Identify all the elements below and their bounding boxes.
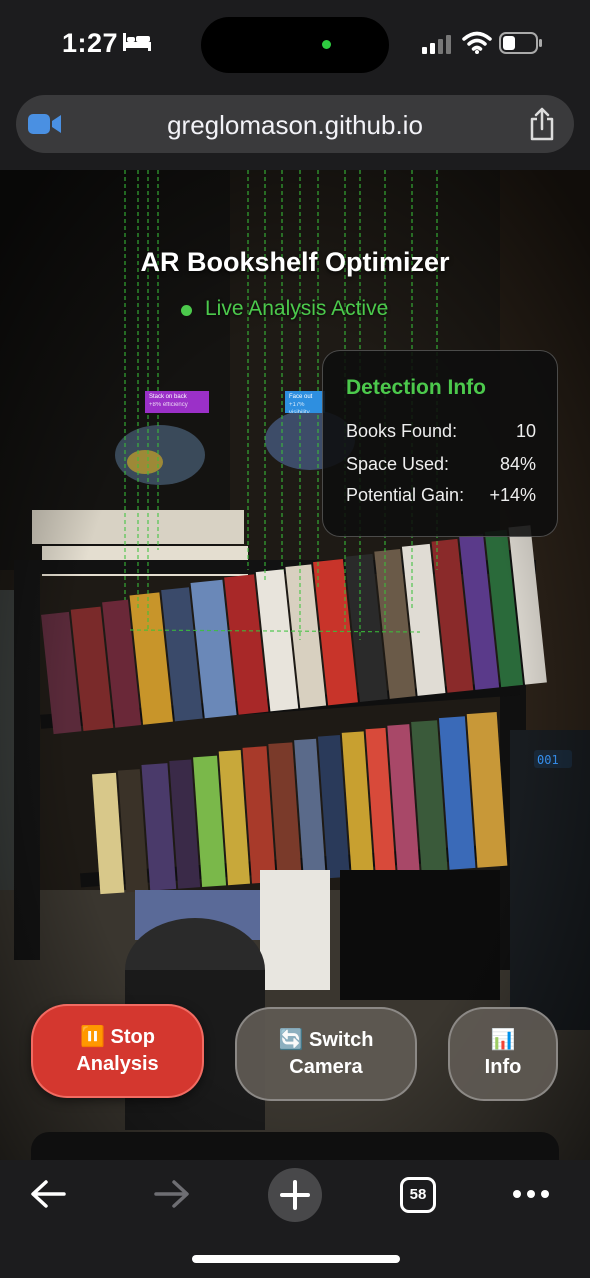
status-bar: 1:27 <box>0 0 590 92</box>
battery-icon <box>499 32 542 54</box>
suggestion-tag-title: Stack on back <box>149 394 187 400</box>
stop-analysis-button[interactable]: ⏸️ Stop Analysis <box>31 1004 204 1098</box>
detection-info-panel: Detection Info Books Found: 10 Space Use… <box>322 350 558 537</box>
wifi-icon <box>462 31 492 54</box>
cellular-signal-icon <box>422 35 451 54</box>
button-label: Info <box>484 1056 522 1078</box>
browser-address-area: greglomason.github.io <box>0 92 590 170</box>
info-label: Books Found: <box>346 421 458 441</box>
suggestion-tag-stack[interactable]: Stack on back +8% efficiency <box>145 391 209 413</box>
status-time: 1:27 <box>62 28 119 58</box>
info-label: Space Used: <box>346 454 450 474</box>
new-tab-button[interactable] <box>268 1168 322 1222</box>
info-value: 84% <box>499 454 536 474</box>
suggestion-tag-detail: +8% efficiency <box>149 402 188 408</box>
url-text[interactable]: greglomason.github.io <box>16 110 574 141</box>
info-value: 10 <box>515 421 536 441</box>
pause-icon: ⏸️ <box>80 1026 105 1048</box>
back-arrow-icon[interactable] <box>28 1178 68 1210</box>
address-bar[interactable]: greglomason.github.io <box>16 95 574 153</box>
forward-arrow-icon[interactable] <box>152 1178 192 1210</box>
share-icon[interactable] <box>528 107 556 141</box>
browser-toolbar: 58 <box>0 1160 590 1278</box>
bar-chart-icon: 📊 <box>490 1029 516 1051</box>
bottom-panel <box>31 1132 559 1160</box>
detection-info-title: Detection Info <box>346 376 486 399</box>
more-options-icon[interactable] <box>512 1188 550 1200</box>
tab-count-button[interactable]: 58 <box>400 1177 436 1213</box>
info-value: +14% <box>489 485 536 505</box>
sleep-focus-icon <box>123 33 151 51</box>
camera-view: 001 AR Bookshelf Optimizer Live Analysis… <box>0 170 590 1160</box>
dynamic-island <box>201 17 389 73</box>
refresh-icon: 🔄 <box>278 1029 304 1051</box>
switch-camera-button[interactable]: 🔄 Switch Camera <box>235 1007 417 1101</box>
suggestion-tag-detail: +17% visibility <box>289 402 310 413</box>
camera-in-use-indicator <box>322 40 331 49</box>
suggestion-tag-title: Face out <box>289 394 313 400</box>
info-button[interactable]: 📊 Info <box>448 1007 558 1101</box>
button-label-line2: Camera <box>289 1056 363 1078</box>
app-title: AR Bookshelf Optimizer <box>140 247 450 277</box>
live-indicator-dot <box>181 305 192 316</box>
home-indicator[interactable] <box>192 1255 400 1263</box>
button-label-line1: Switch <box>309 1029 374 1051</box>
plus-icon <box>280 1180 310 1210</box>
info-label: Potential Gain: <box>346 485 465 505</box>
button-label-line2: Analysis <box>76 1053 159 1075</box>
button-label-line1: Stop <box>110 1026 155 1048</box>
suggestion-tag-face-out[interactable]: Face out +17% visibility <box>285 391 325 413</box>
live-analysis-status: Live Analysis Active <box>205 297 389 320</box>
